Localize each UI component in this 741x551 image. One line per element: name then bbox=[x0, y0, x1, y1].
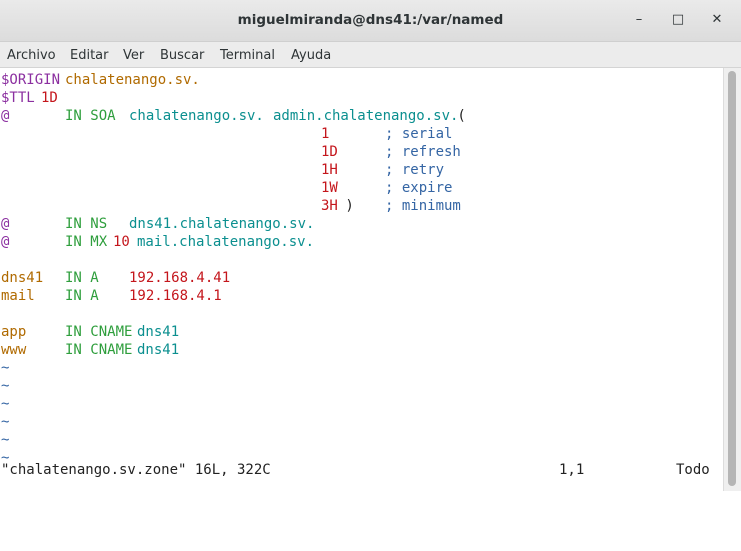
code-token: dns41 bbox=[137, 342, 180, 358]
close-icon[interactable]: ✕ bbox=[707, 10, 727, 30]
status-cursor-position: 1,1 bbox=[559, 462, 585, 478]
code-token: 10 bbox=[113, 234, 130, 250]
code-token: 1D bbox=[41, 90, 58, 106]
code-token: dns41 bbox=[1, 270, 44, 286]
code-token: IN NS bbox=[65, 216, 108, 232]
code-token: chalatenango.sv. bbox=[129, 108, 264, 124]
menu-buscar[interactable]: Buscar bbox=[160, 48, 204, 63]
code-token: app bbox=[1, 324, 27, 340]
code-token: $TTL bbox=[1, 90, 44, 106]
scrollbar-thumb[interactable] bbox=[728, 71, 736, 486]
code-token: ; serial bbox=[385, 126, 453, 142]
code-token: 1D bbox=[321, 144, 338, 160]
tilde-marker: ~ bbox=[1, 396, 10, 412]
code-token: 192.168.4.1 bbox=[129, 288, 222, 304]
menu-editar[interactable]: Editar bbox=[70, 48, 109, 63]
code-token: 192.168.4.41 bbox=[129, 270, 231, 286]
code-token: IN SOA bbox=[65, 108, 116, 124]
code-token: admin.chalatenango.sv. bbox=[273, 108, 459, 124]
tilde-marker: ~ bbox=[1, 450, 10, 466]
code-token: 3H bbox=[321, 198, 338, 214]
code-token: $ORIGIN bbox=[1, 72, 69, 88]
code-token: chalatenango.sv. bbox=[65, 72, 200, 88]
code-token: ; expire bbox=[385, 180, 453, 196]
status-line: "chalatenango.sv.zone" 16L, 322C 1,1 Tod… bbox=[1, 461, 721, 479]
code-token: www bbox=[1, 342, 27, 358]
status-scroll-indicator: Todo bbox=[676, 462, 710, 478]
code-token: ; retry bbox=[385, 162, 445, 178]
code-token: IN A bbox=[65, 270, 99, 286]
code-token: IN CNAME bbox=[65, 324, 133, 340]
code-token: ; refresh bbox=[385, 144, 461, 160]
tilde-marker: ~ bbox=[1, 432, 10, 448]
menu-terminal[interactable]: Terminal bbox=[220, 48, 275, 63]
scrollbar[interactable] bbox=[723, 68, 741, 491]
title-bar: miguelmiranda@dns41:/var/named – □ ✕ bbox=[0, 0, 741, 42]
code-token: 1 bbox=[321, 126, 330, 142]
tilde-marker: ~ bbox=[1, 378, 10, 394]
terminal-view[interactable]: "chalatenango.sv.zone" 16L, 322C 1,1 Tod… bbox=[0, 68, 723, 491]
code-token: 1W bbox=[321, 180, 338, 196]
code-token: ) bbox=[337, 198, 388, 214]
tilde-marker: ~ bbox=[1, 360, 10, 376]
code-token: IN MX bbox=[65, 234, 108, 250]
minimize-icon[interactable]: – bbox=[629, 10, 649, 30]
code-token: @ bbox=[1, 234, 10, 250]
menu-ver[interactable]: Ver bbox=[123, 48, 144, 63]
tilde-marker: ~ bbox=[1, 414, 10, 430]
code-token: IN CNAME bbox=[65, 342, 133, 358]
menu-archivo[interactable]: Archivo bbox=[7, 48, 56, 63]
code-token: mail.chalatenango.sv. bbox=[137, 234, 315, 250]
status-file-info: "chalatenango.sv.zone" 16L, 322C bbox=[1, 462, 271, 478]
code-token: @ bbox=[1, 216, 10, 232]
menu-bar: Archivo Editar Ver Buscar Terminal Ayuda bbox=[0, 42, 741, 68]
code-token: ; minimum bbox=[385, 198, 461, 214]
code-token: @ bbox=[1, 108, 10, 124]
code-token: IN A bbox=[65, 288, 99, 304]
code-token: dns41.chalatenango.sv. bbox=[129, 216, 315, 232]
code-token: mail bbox=[1, 288, 35, 304]
code-token: ( bbox=[449, 108, 466, 124]
menu-ayuda[interactable]: Ayuda bbox=[291, 48, 331, 63]
maximize-icon[interactable]: □ bbox=[668, 10, 688, 30]
code-token: 1H bbox=[321, 162, 338, 178]
code-token: dns41 bbox=[137, 324, 180, 340]
